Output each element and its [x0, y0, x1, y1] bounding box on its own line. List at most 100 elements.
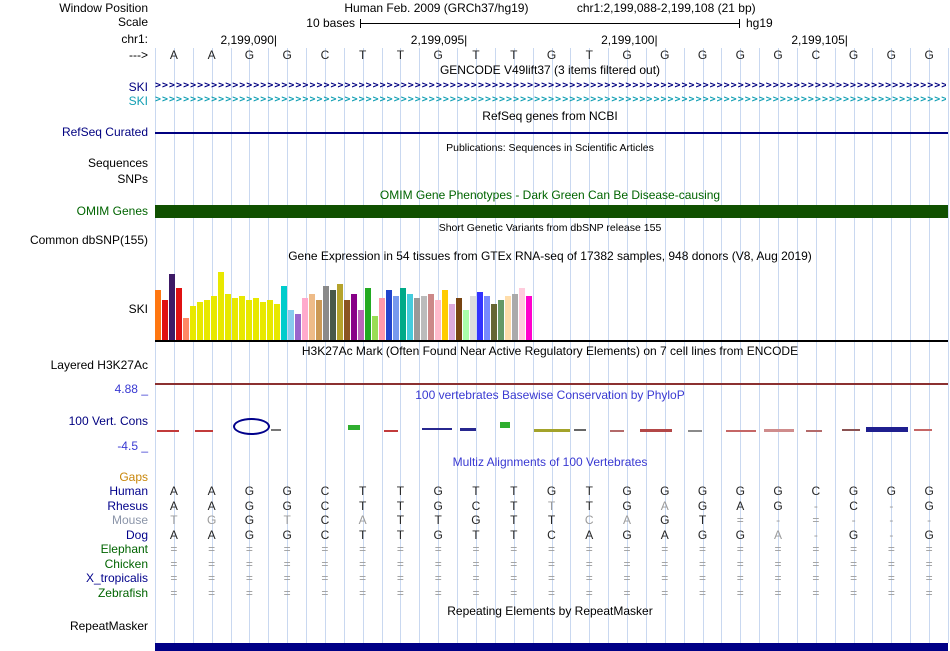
gtex-expression-bar[interactable] [414, 298, 420, 340]
gtex-expression-bar[interactable] [274, 304, 280, 340]
publications-track-header[interactable]: Publications: Sequences in Scientific Ar… [155, 142, 945, 155]
track-label-100-vert-cons[interactable]: 100 Vert. Cons [0, 415, 148, 428]
gtex-expression-bar[interactable] [267, 300, 273, 340]
track-label-common-dbsnp[interactable]: Common dbSNP(155) [0, 234, 148, 247]
gtex-expression-bar[interactable] [211, 296, 217, 340]
gtex-expression-bar[interactable] [302, 298, 308, 340]
gtex-expression-bar[interactable] [484, 296, 490, 340]
species-label-mouse[interactable]: Mouse [0, 514, 148, 527]
gtex-expression-bar[interactable] [365, 288, 371, 340]
gtex-expression-bar[interactable] [351, 294, 357, 340]
gtex-expression-bar[interactable] [428, 294, 434, 340]
alignment-base: T [435, 514, 442, 527]
track-label-sequences[interactable]: Sequences [0, 157, 148, 170]
track-label-ski-gencode-1[interactable]: SKI [0, 81, 148, 94]
track-label-ski-gencode-2[interactable]: SKI [0, 95, 148, 108]
gtex-expression-bar[interactable] [463, 310, 469, 340]
refseq-track-header[interactable]: RefSeq genes from NCBI [155, 110, 945, 123]
gtex-expression-bar[interactable] [316, 300, 322, 340]
gtex-expression-bar[interactable] [183, 318, 189, 340]
repeatmasker-track-header[interactable]: Repeating Elements by RepeatMasker [155, 605, 945, 618]
alignment-base: = [548, 543, 555, 556]
gtex-expression-bar[interactable] [400, 288, 406, 340]
species-label-human[interactable]: Human [0, 485, 148, 498]
species-label-dog[interactable]: Dog [0, 529, 148, 542]
omim-track-header[interactable]: OMIM Gene Phenotypes - Dark Green Can Be… [155, 189, 945, 202]
gtex-expression-bar[interactable] [337, 284, 343, 340]
gtex-expression-bar[interactable] [323, 286, 329, 340]
gtex-expression-bar[interactable] [512, 294, 518, 340]
gtex-expression-bar[interactable] [393, 296, 399, 340]
species-label-rhesus[interactable]: Rhesus [0, 500, 148, 513]
gtex-expression-bar[interactable] [169, 274, 175, 340]
gtex-expression-bar[interactable] [372, 316, 378, 340]
track-label-omim-genes[interactable]: OMIM Genes [0, 205, 148, 218]
gtex-expression-bar[interactable] [190, 306, 196, 340]
gtex-expression-bar[interactable] [197, 302, 203, 340]
gtex-expression-bar[interactable] [239, 296, 245, 340]
gtex-expression-bar[interactable] [162, 300, 168, 340]
gtex-track-header[interactable]: Gene Expression in 54 tissues from GTEx … [155, 250, 945, 263]
refseq-gene-line[interactable] [155, 132, 948, 134]
gtex-expression-bar[interactable] [498, 300, 504, 340]
gtex-expression-bar[interactable] [218, 272, 224, 340]
gtex-expression-bar[interactable] [281, 286, 287, 340]
phylop-track-header[interactable]: 100 vertebrates Basewise Conservation by… [155, 389, 945, 402]
gtex-expression-bar[interactable] [519, 288, 525, 340]
gtex-expression-bar[interactable] [358, 310, 364, 340]
track-label-repeatmasker[interactable]: RepeatMasker [0, 620, 148, 633]
gtex-expression-bar[interactable] [449, 304, 455, 340]
gtex-expression-bar[interactable] [442, 290, 448, 340]
gtex-expression-bar[interactable] [344, 300, 350, 340]
alignment-base: T [510, 514, 517, 527]
alignment-base: G [698, 529, 707, 542]
alignment-base: = [661, 572, 668, 585]
gtex-expression-bar[interactable] [232, 298, 238, 340]
alignment-base: = [170, 572, 177, 585]
gencode-track-header[interactable]: GENCODE V49lift37 (3 items filtered out) [155, 64, 945, 77]
alignment-base: G [245, 514, 254, 527]
phylop-mark [233, 418, 270, 435]
gtex-expression-bar[interactable] [288, 310, 294, 340]
gtex-expression-bar[interactable] [435, 300, 441, 340]
h3k27ac-signal-line[interactable] [155, 383, 948, 385]
gtex-expression-bar[interactable] [246, 300, 252, 340]
multiz-track-header[interactable]: Multiz Alignments of 100 Vertebrates [155, 456, 945, 469]
gtex-expression-bar[interactable] [526, 296, 532, 340]
gtex-expression-bar[interactable] [386, 290, 392, 340]
gtex-expression-bar[interactable] [176, 288, 182, 340]
ski-transcript-arrows-2[interactable]: >>>>>>>>>>>>>>>>>>>>>>>>>>>>>>>>>>>>>>>>… [155, 94, 946, 107]
gtex-expression-bar[interactable] [253, 298, 259, 340]
species-label-zebrafish[interactable]: Zebrafish [0, 587, 148, 600]
gtex-expression-bar[interactable] [330, 290, 336, 340]
dbsnp-track-header[interactable]: Short Genetic Variants from dbSNP releas… [155, 222, 945, 235]
gtex-expression-bar[interactable] [295, 314, 301, 340]
track-label-ski-gtex[interactable]: SKI [0, 303, 148, 316]
gtex-expression-bar[interactable] [204, 300, 210, 340]
gtex-expression-bar[interactable] [407, 294, 413, 340]
species-label-chicken[interactable]: Chicken [0, 558, 148, 571]
gtex-expression-bar[interactable] [260, 302, 266, 340]
omim-gene-bar[interactable] [155, 205, 948, 218]
gtex-expression-bar[interactable] [470, 296, 476, 340]
species-label-x_tropicalis[interactable]: X_tropicalis [0, 572, 148, 585]
gtex-expression-bar[interactable] [225, 294, 231, 340]
gtex-expression-bar[interactable] [379, 298, 385, 340]
gtex-expression-bar[interactable] [421, 296, 427, 340]
h3k27ac-track-header[interactable]: H3K27Ac Mark (Often Found Near Active Re… [155, 345, 945, 358]
track-label-snps[interactable]: SNPs [0, 173, 148, 186]
bottom-track-bar[interactable] [155, 643, 948, 651]
ski-transcript-arrows-1[interactable]: >>>>>>>>>>>>>>>>>>>>>>>>>>>>>>>>>>>>>>>>… [155, 80, 946, 93]
gtex-expression-bar[interactable] [309, 294, 315, 340]
gtex-expression-bar[interactable] [155, 290, 161, 340]
gtex-expression-bar[interactable] [491, 304, 497, 340]
track-label-refseq-curated[interactable]: RefSeq Curated [0, 126, 148, 139]
gtex-expression-bar[interactable] [456, 298, 462, 340]
gtex-expression-bar[interactable] [505, 296, 511, 340]
gtex-expression-bar[interactable] [477, 292, 483, 340]
species-label-elephant[interactable]: Elephant [0, 543, 148, 556]
track-label-layered-h3k27ac[interactable]: Layered H3K27Ac [0, 359, 148, 372]
alignment-base: G [245, 500, 254, 513]
track-label-gaps[interactable]: Gaps [0, 471, 148, 484]
alignment-base: = [926, 543, 933, 556]
